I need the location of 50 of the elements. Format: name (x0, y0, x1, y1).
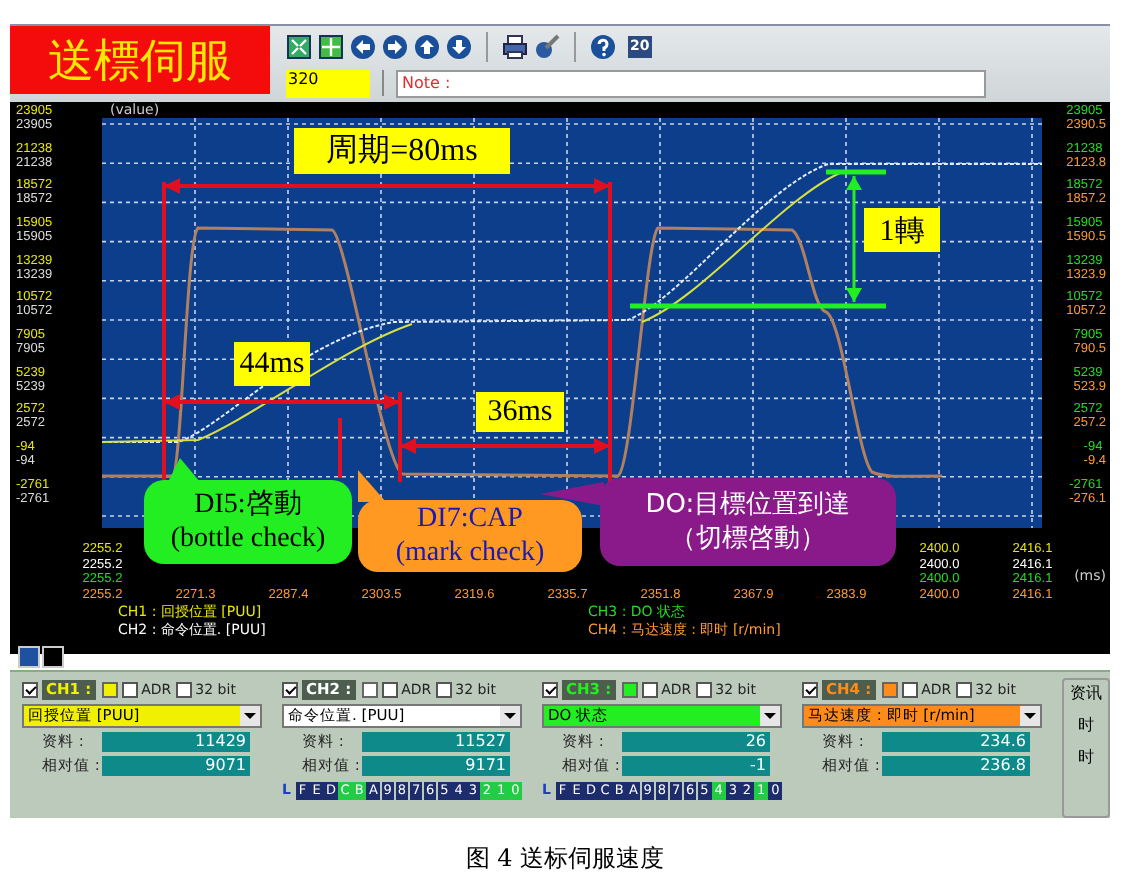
color-swatch[interactable] (881, 681, 898, 697)
info-label: 时 (1076, 746, 1096, 768)
data-value: 11527 (362, 732, 510, 752)
up-arrow-icon[interactable] (414, 34, 440, 60)
data-value: 234.6 (882, 732, 1030, 752)
color-swatch[interactable] (101, 681, 118, 697)
decel-time-label: 36ms (476, 392, 564, 432)
left-arrow-icon[interactable] (350, 34, 376, 60)
right-arrow-icon[interactable] (382, 34, 408, 60)
app-title: 送標伺服 (10, 26, 270, 94)
color-swatch[interactable] (621, 681, 638, 697)
callout-bubble: DI5:啓動 (bottle check) (144, 480, 352, 564)
print-icon[interactable] (502, 34, 528, 60)
note-field[interactable]: Note : (396, 69, 986, 97)
sample-count-field[interactable]: 320 (286, 69, 370, 97)
data-value: 11429 (102, 732, 250, 752)
figure-caption: 图 4 送标伺服速度 (463, 842, 667, 872)
relative-value: -1 (622, 756, 770, 776)
info-title: 资讯 (1070, 682, 1104, 704)
data-value: 26 (622, 732, 770, 752)
callout-bubble: DO:目標位置到達 （切標啓動） (600, 478, 896, 566)
view-toggle[interactable] (42, 646, 64, 668)
relative-value: 9171 (362, 756, 510, 776)
bit-checkbox[interactable] (955, 681, 972, 697)
adr-checkbox[interactable] (641, 681, 658, 697)
view-toggle[interactable] (18, 646, 40, 668)
color-swatch[interactable] (361, 681, 378, 697)
adr-checkbox[interactable] (901, 681, 918, 697)
callout-bubble: DI7:CAP (mark check) (358, 500, 582, 572)
info-label: 时 (1076, 714, 1096, 736)
adr-checkbox[interactable] (381, 681, 398, 697)
marker-line (338, 418, 342, 478)
enable-checkbox[interactable] (22, 681, 38, 697)
bit-checkbox[interactable] (435, 681, 452, 697)
enable-checkbox[interactable] (802, 681, 818, 697)
relative-value: 9071 (102, 756, 250, 776)
help-icon[interactable] (590, 34, 616, 60)
period-label: 周期=80ms (294, 128, 510, 174)
enable-checkbox[interactable] (282, 681, 298, 697)
bit-checkbox[interactable] (175, 681, 192, 697)
zoom-fit-icon[interactable] (286, 34, 312, 60)
adr-checkbox[interactable] (121, 681, 138, 697)
accel-time-label: 44ms (234, 342, 310, 386)
bit-checkbox[interactable] (695, 681, 712, 697)
brush-icon[interactable] (534, 34, 560, 60)
down-arrow-icon[interactable] (446, 34, 472, 60)
turn-label: 1轉 (864, 208, 940, 252)
enable-checkbox[interactable] (542, 681, 558, 697)
relative-value: 236.8 (882, 756, 1030, 776)
zoom-icon[interactable] (318, 34, 344, 60)
